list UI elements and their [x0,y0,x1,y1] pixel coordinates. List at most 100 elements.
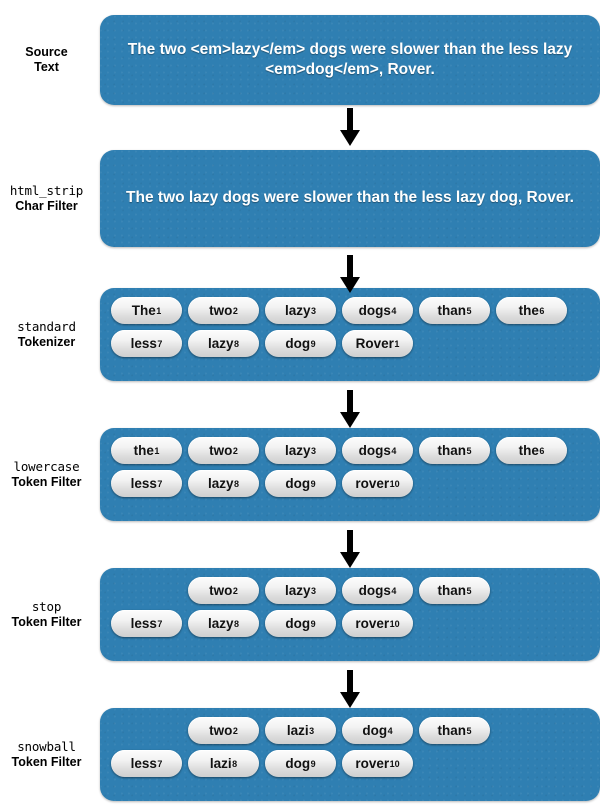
token-text: dogs [358,582,391,598]
token-slot-empty [111,717,182,744]
token-pill[interactable]: two 2 [188,297,259,324]
stage-label-line2: Text [34,60,59,74]
token-pill[interactable]: dogs 4 [342,297,413,324]
token-pill[interactable]: the 1 [111,437,182,464]
token-text: lazy [284,442,311,458]
token-pill[interactable]: dog 9 [265,330,336,357]
token-text: less [130,615,157,631]
token-pill[interactable]: two 2 [188,437,259,464]
token-pill[interactable]: lazi 3 [265,717,336,744]
token-pill[interactable]: two 2 [188,717,259,744]
token-pill[interactable]: less 7 [111,470,182,497]
token-pill[interactable]: less 7 [111,750,182,777]
token-row: less 7 lazy 8 dog 9 rover 10 [111,470,590,497]
token-pill[interactable]: dogs 4 [342,437,413,464]
token-pill[interactable]: less 7 [111,330,182,357]
token-text: dog [285,615,311,631]
token-pill[interactable]: the 6 [496,437,567,464]
panel-snowball-token-filter: two 2 lazi 3 dog 4 than 5 less 7 lazi 8 dog 9 rover 10 [100,708,600,801]
token-text: the [133,442,154,458]
token-text: less [130,335,157,351]
token-text: the [518,302,539,318]
token-text: lazy [284,582,311,598]
token-row: less 7 lazi 8 dog 9 rover 10 [111,750,590,777]
stage-source-text: Source Text The two <em>lazy</em> dogs wer… [0,15,600,105]
token-pill[interactable]: rover 10 [342,470,413,497]
arrow-3-icon [340,390,360,428]
token-text: two [209,302,233,318]
token-text: lazy [207,615,234,631]
token-pill[interactable]: less 7 [111,610,182,637]
token-row: two 2 lazy 3 dogs 4 than 5 [111,577,590,604]
token-pill[interactable]: rover 10 [342,610,413,637]
token-text: less [130,475,157,491]
token-pill[interactable]: than 5 [419,717,490,744]
token-text: rover [355,615,390,631]
panel-html-strip-char-filter: The two lazy dogs were slower than the l… [100,150,600,247]
arrow-1-icon [340,108,360,146]
stage-lowercase-token-filter: lowercase Token Filter the 1 two 2 lazy 3 dogs 4 t… [0,428,600,521]
token-text: dogs [358,442,391,458]
token-text: than [437,442,466,458]
token-text: than [437,302,466,318]
token-text: dog [285,335,311,351]
panel-text-source-text: The two <em>lazy</em> dogs were slower t… [127,40,573,78]
token-text: The [131,302,156,318]
stage-label-line2: Tokenizer [17,334,76,349]
token-pill[interactable]: dog 9 [265,470,336,497]
token-pill[interactable]: dogs 4 [342,577,413,604]
stage-stop-token-filter: stop Token Filter two 2 lazy 3 dogs 4 than 5 less 7… [0,568,600,661]
token-text: than [437,582,466,598]
token-pill[interactable]: the 6 [496,297,567,324]
token-row: two 2 lazi 3 dog 4 than 5 [111,717,590,744]
stage-label-stop-token-filter: stop Token Filter [0,598,100,630]
token-pill[interactable]: than 5 [419,577,490,604]
token-pill[interactable]: lazy 3 [265,437,336,464]
token-text: lazi [286,722,309,738]
panel-standard-tokenizer: The 1 two 2 lazy 3 dogs 4 than 5 the 6 less 7 lazy 8 dog… [100,288,600,381]
stage-label-mono: stop [31,598,62,614]
stage-label-mono: snowball [17,738,76,754]
token-pill[interactable]: dog 9 [265,610,336,637]
token-text: two [209,582,233,598]
panel-lowercase-token-filter: the 1 two 2 lazy 3 dogs 4 than 5 the 6 less 7 lazy 8 dog… [100,428,600,521]
panel-text-html-strip-char-filter: The two lazy dogs were slower than the l… [126,189,574,207]
stage-html-strip-char-filter: html_strip Char Filter The two lazy dogs w… [0,150,600,247]
token-pill[interactable]: than 5 [419,297,490,324]
token-pill[interactable]: lazy 8 [188,610,259,637]
token-text: rover [355,755,390,771]
token-pill[interactable]: The 1 [111,297,182,324]
token-pill[interactable]: lazi 8 [188,750,259,777]
token-pill[interactable]: dog 9 [265,750,336,777]
stage-label-mono: html_strip [9,182,84,198]
token-slot-empty [111,577,182,604]
stage-standard-tokenizer: standard Tokenizer The 1 two 2 lazy 3 dogs 4 than 5… [0,288,600,381]
token-pill[interactable]: lazy 3 [265,577,336,604]
token-text: than [437,722,466,738]
stage-label-lowercase-token-filter: lowercase Token Filter [0,458,100,490]
stage-label-mono: standard [17,318,76,334]
token-text: the [518,442,539,458]
token-pill[interactable]: Rover 1 [342,330,413,357]
token-pill[interactable]: rover 10 [342,750,413,777]
token-pill[interactable]: lazy 8 [188,330,259,357]
token-text: lazy [207,475,234,491]
token-text: rover [355,475,390,491]
stage-label-html-strip-char-filter: html_strip Char Filter [0,182,100,214]
panel-stop-token-filter: two 2 lazy 3 dogs 4 than 5 less 7 lazy 8 dog 9 rover 10 [100,568,600,661]
token-pill[interactable]: lazy 3 [265,297,336,324]
token-text: dogs [358,302,391,318]
token-text: dog [362,722,388,738]
stage-label-snowball-token-filter: snowball Token Filter [0,738,100,770]
token-text: lazi [209,755,232,771]
stage-label-standard-tokenizer: standard Tokenizer [0,318,100,350]
token-pill[interactable]: two 2 [188,577,259,604]
token-pill[interactable]: lazy 8 [188,470,259,497]
token-pill[interactable]: than 5 [419,437,490,464]
stage-label-line1: Source [25,45,68,60]
token-row: The 1 two 2 lazy 3 dogs 4 than 5 the 6 [111,297,590,324]
token-row: less 7 lazy 8 dog 9 rover 10 [111,610,590,637]
stage-label-mono: lowercase [13,458,80,474]
stage-label-line2: Token Filter [11,754,82,769]
token-pill[interactable]: dog 4 [342,717,413,744]
